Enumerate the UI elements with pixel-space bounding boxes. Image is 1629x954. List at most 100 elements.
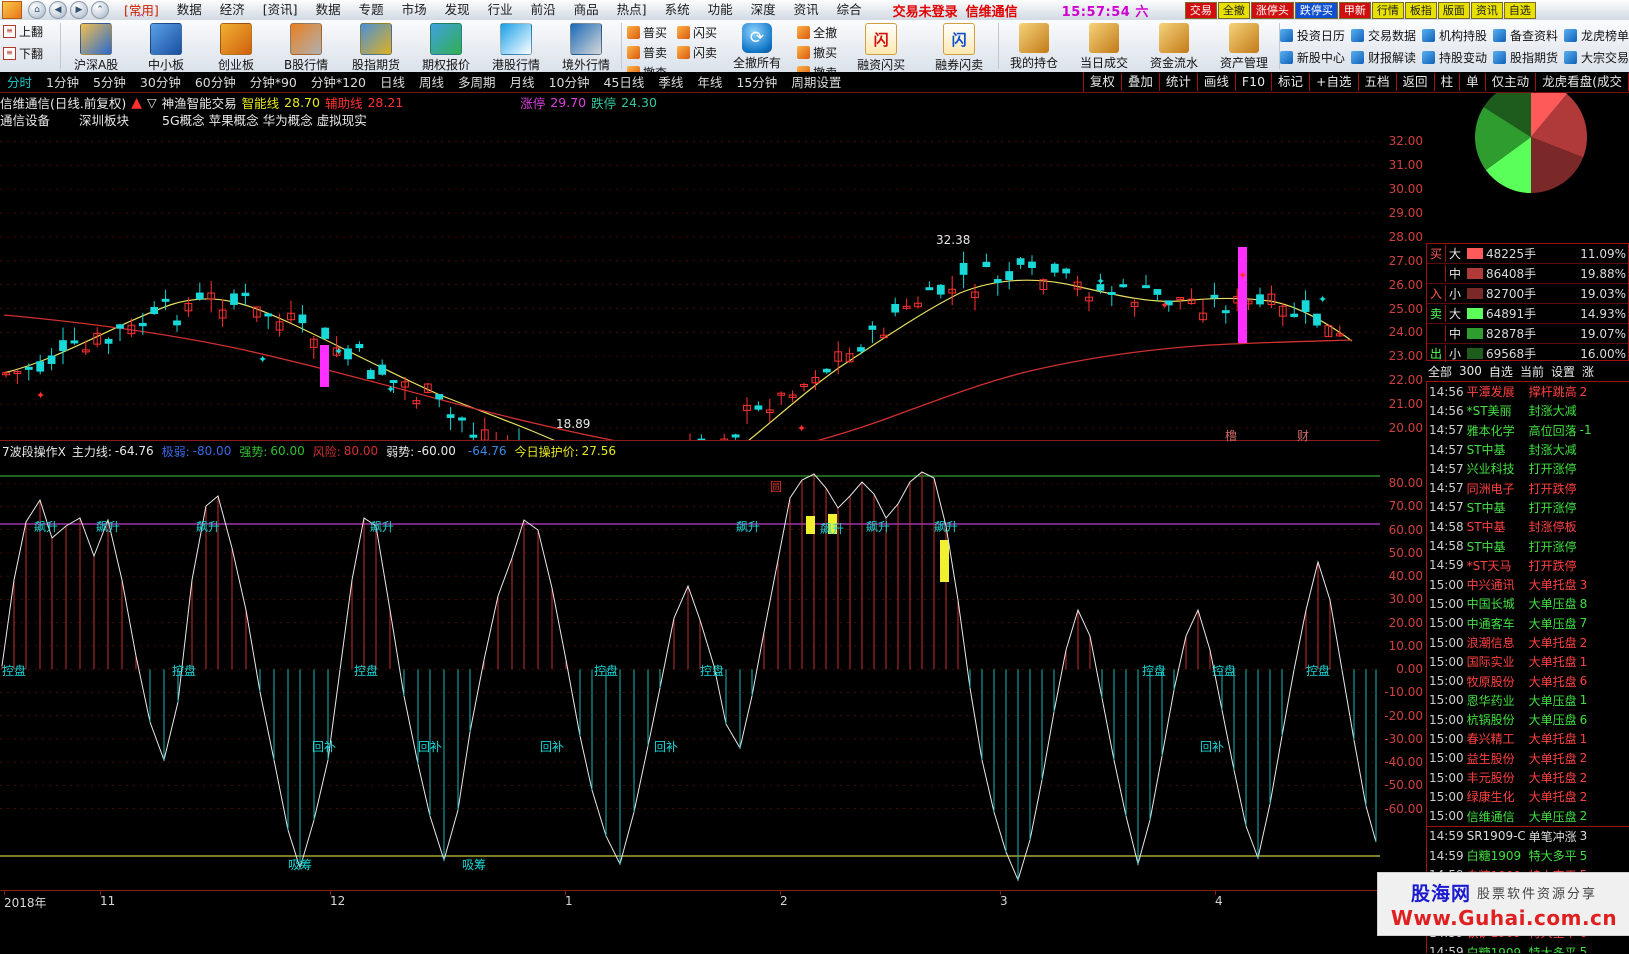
market-button-2[interactable]: 创业板 <box>201 20 271 73</box>
menu-item-11[interactable]: 热点] <box>608 0 656 20</box>
chart-tool-11[interactable]: 仅主动 <box>1486 73 1537 91</box>
chart-tool-7[interactable]: 五档 <box>1359 73 1397 91</box>
menu-item-14[interactable]: 深度 <box>742 0 785 20</box>
futures-news-row[interactable]: 14:59 白糖1909 特大多平 5 <box>1427 943 1629 953</box>
chart-tool-6[interactable]: +自选 <box>1310 73 1359 91</box>
chart-tool-0[interactable]: 复权 <box>1084 73 1122 91</box>
chart-tool-1[interactable]: 叠加 <box>1122 73 1160 91</box>
period-7[interactable]: 日线 <box>373 73 412 92</box>
period-6[interactable]: 分钟*120 <box>304 73 373 92</box>
news-row[interactable]: 14:57 雅本化学 高位回落 -1 <box>1427 421 1629 440</box>
market-button-5[interactable]: 期权报价 <box>411 20 481 73</box>
info-item-0[interactable]: 投资日历 <box>1279 27 1345 44</box>
menu-item-15[interactable]: 资讯 <box>785 0 828 20</box>
forward-icon[interactable]: ▶ <box>70 1 88 19</box>
market-button-4[interactable]: 股指期货 <box>341 20 411 73</box>
market-button-0[interactable]: 沪深A股 <box>61 20 131 73</box>
cancel-all-button[interactable]: ⟳ 全撤所有 <box>722 20 792 71</box>
chart-tool-10[interactable]: 单 <box>1460 73 1486 91</box>
market-button-6[interactable]: 港股行情 <box>481 20 551 73</box>
info-item-3[interactable]: 备查资料 <box>1492 27 1558 44</box>
info-item-1[interactable]: 交易数据 <box>1350 27 1416 44</box>
menu-item-7[interactable]: 发现 <box>436 0 479 20</box>
news-row[interactable]: 14:56 *ST美丽 封涨大减 <box>1427 401 1629 420</box>
flip-0[interactable]: ≡ 上翻 <box>3 23 60 40</box>
order-normal-1[interactable]: 普卖 <box>622 44 672 61</box>
period-15[interactable]: 15分钟 <box>729 73 784 92</box>
news-filter-3[interactable]: 当前 <box>1520 363 1544 380</box>
account-button-2[interactable]: 资金流水 <box>1139 20 1209 71</box>
news-row[interactable]: 14:58 ST中基 封涨停板 <box>1427 517 1629 536</box>
order-flash-1[interactable]: 闪卖 <box>672 44 722 61</box>
home-icon[interactable]: ⌂ <box>28 1 46 19</box>
menu-item-6[interactable]: 市场 <box>393 0 436 20</box>
news-row[interactable]: 15:00 春兴精工 大单托盘 1 <box>1427 729 1629 748</box>
chart-tool-4[interactable]: F10 <box>1236 73 1273 91</box>
chart-tool-9[interactable]: 柱 <box>1435 73 1461 91</box>
menu-item-4[interactable]: 数据 <box>307 0 350 20</box>
news-list[interactable]: 14:56 平潭发展 撑杆跳高 2 14:56 *ST美丽 封涨大减 14:57 雅本化学 高位回… <box>1426 381 1629 953</box>
margin-button-1[interactable]: 闪融券闪卖 <box>920 20 998 73</box>
order-normal-0[interactable]: 普买 <box>622 24 672 41</box>
menu-item-0[interactable]: [常用] <box>115 1 168 20</box>
news-row[interactable]: 15:00 益生股份 大单托盘 2 <box>1427 749 1629 768</box>
news-row[interactable]: 15:00 中通客车 大单压盘 7 <box>1427 614 1629 633</box>
quick-tag-9[interactable]: 自选 <box>1503 1 1536 19</box>
period-5[interactable]: 分钟*90 <box>243 73 304 92</box>
quick-tag-5[interactable]: 行情 <box>1371 1 1404 19</box>
news-row[interactable]: 15:00 牧原股份 大单托盘 6 <box>1427 671 1629 690</box>
market-button-1[interactable]: 中小板 <box>131 20 201 73</box>
account-button-1[interactable]: 当日成交 <box>1069 20 1139 71</box>
news-row[interactable]: 15:00 绿康生化 大单托盘 2 <box>1427 787 1629 806</box>
period-11[interactable]: 10分钟 <box>542 73 597 92</box>
news-row[interactable]: 15:00 浪潮信息 大单托盘 2 <box>1427 633 1629 652</box>
news-row[interactable]: 15:00 国际实业 大单托盘 1 <box>1427 652 1629 671</box>
order-flash-0[interactable]: 闪买 <box>672 24 722 41</box>
info-item-5[interactable]: 新股中心 <box>1279 49 1345 66</box>
chart-tool-3[interactable]: 画线 <box>1198 73 1236 91</box>
futures-news-row[interactable]: 14:59 白糖1909 特大多平 5 <box>1427 846 1629 865</box>
news-row[interactable]: 14:58 ST中基 打开涨停 <box>1427 536 1629 555</box>
quick-tag-3[interactable]: 跌停买 <box>1294 1 1338 19</box>
news-row[interactable]: 15:00 信维通信 大单压盘 2 <box>1427 807 1629 826</box>
news-row[interactable]: 15:00 丰元股份 大单托盘 2 <box>1427 768 1629 787</box>
news-filter-2[interactable]: 自选 <box>1489 363 1513 380</box>
futures-news-row[interactable]: 14:59 SR1909-C 单笔冲涨 3 <box>1427 827 1629 846</box>
menu-item-2[interactable]: 经济 <box>211 0 254 20</box>
news-row[interactable]: 15:00 中兴通讯 大单托盘 3 <box>1427 575 1629 594</box>
menu-item-16[interactable]: 综合 <box>828 0 871 20</box>
menu-item-8[interactable]: 行业 <box>479 0 522 20</box>
news-filter-4[interactable]: 设置 <box>1551 363 1575 380</box>
period-2[interactable]: 5分钟 <box>86 73 133 92</box>
news-row[interactable]: 15:00 中国长城 大单压盘 8 <box>1427 594 1629 613</box>
quick-tag-8[interactable]: 资讯 <box>1470 1 1503 19</box>
market-button-3[interactable]: B股行情 <box>271 20 341 73</box>
quick-tag-1[interactable]: 全撤 <box>1217 1 1250 19</box>
menu-item-5[interactable]: 专题 <box>350 0 393 20</box>
menu-item-10[interactable]: 商品 <box>565 0 608 20</box>
news-row[interactable]: 14:57 ST中基 打开涨停 <box>1427 498 1629 517</box>
price-chart[interactable]: ✦✦✦✦✦✦✦✦✦✦ 32.38 18.89 橹 财 <box>0 127 1380 500</box>
quick-tag-4[interactable]: 甲新 <box>1338 1 1371 19</box>
menu-item-3[interactable]: [资讯] <box>254 0 307 20</box>
flip-1[interactable]: ≡ 下翻 <box>3 45 60 62</box>
up-icon[interactable]: ⌃ <box>91 1 109 19</box>
order-cancel-0[interactable]: 全撤 <box>792 24 842 41</box>
info-item-6[interactable]: 财报解读 <box>1350 49 1416 66</box>
period-4[interactable]: 60分钟 <box>188 73 243 92</box>
back-icon[interactable]: ◀ <box>49 1 67 19</box>
period-10[interactable]: 月线 <box>503 73 542 92</box>
news-filter-5[interactable]: 涨 <box>1582 363 1594 380</box>
menu-item-9[interactable]: 前沿 <box>522 0 565 20</box>
quick-tag-2[interactable]: 涨停头 <box>1250 1 1294 19</box>
indicator-chart[interactable]: 飙升 飙升 飙升 飙升 飙升 飙升 飙升 飙升 控盘 控盘 控盘 控盘 控盘 控盘 控盘 控盘 回补 回补 回补 回补… <box>0 460 1380 890</box>
market-button-7[interactable]: 境外行情 <box>551 20 621 73</box>
period-8[interactable]: 周线 <box>412 73 451 92</box>
news-row[interactable]: 15:00 杭锅股份 大单压盘 6 <box>1427 710 1629 729</box>
info-item-8[interactable]: 股指期货 <box>1492 49 1558 66</box>
period-9[interactable]: 多周期 <box>451 73 503 92</box>
margin-button-0[interactable]: 闪融资闪买 <box>842 20 920 73</box>
order-cancel-1[interactable]: 撤买 <box>792 44 842 61</box>
news-row[interactable]: 14:57 兴业科技 打开涨停 <box>1427 459 1629 478</box>
chart-tool-5[interactable]: 标记 <box>1272 73 1311 91</box>
